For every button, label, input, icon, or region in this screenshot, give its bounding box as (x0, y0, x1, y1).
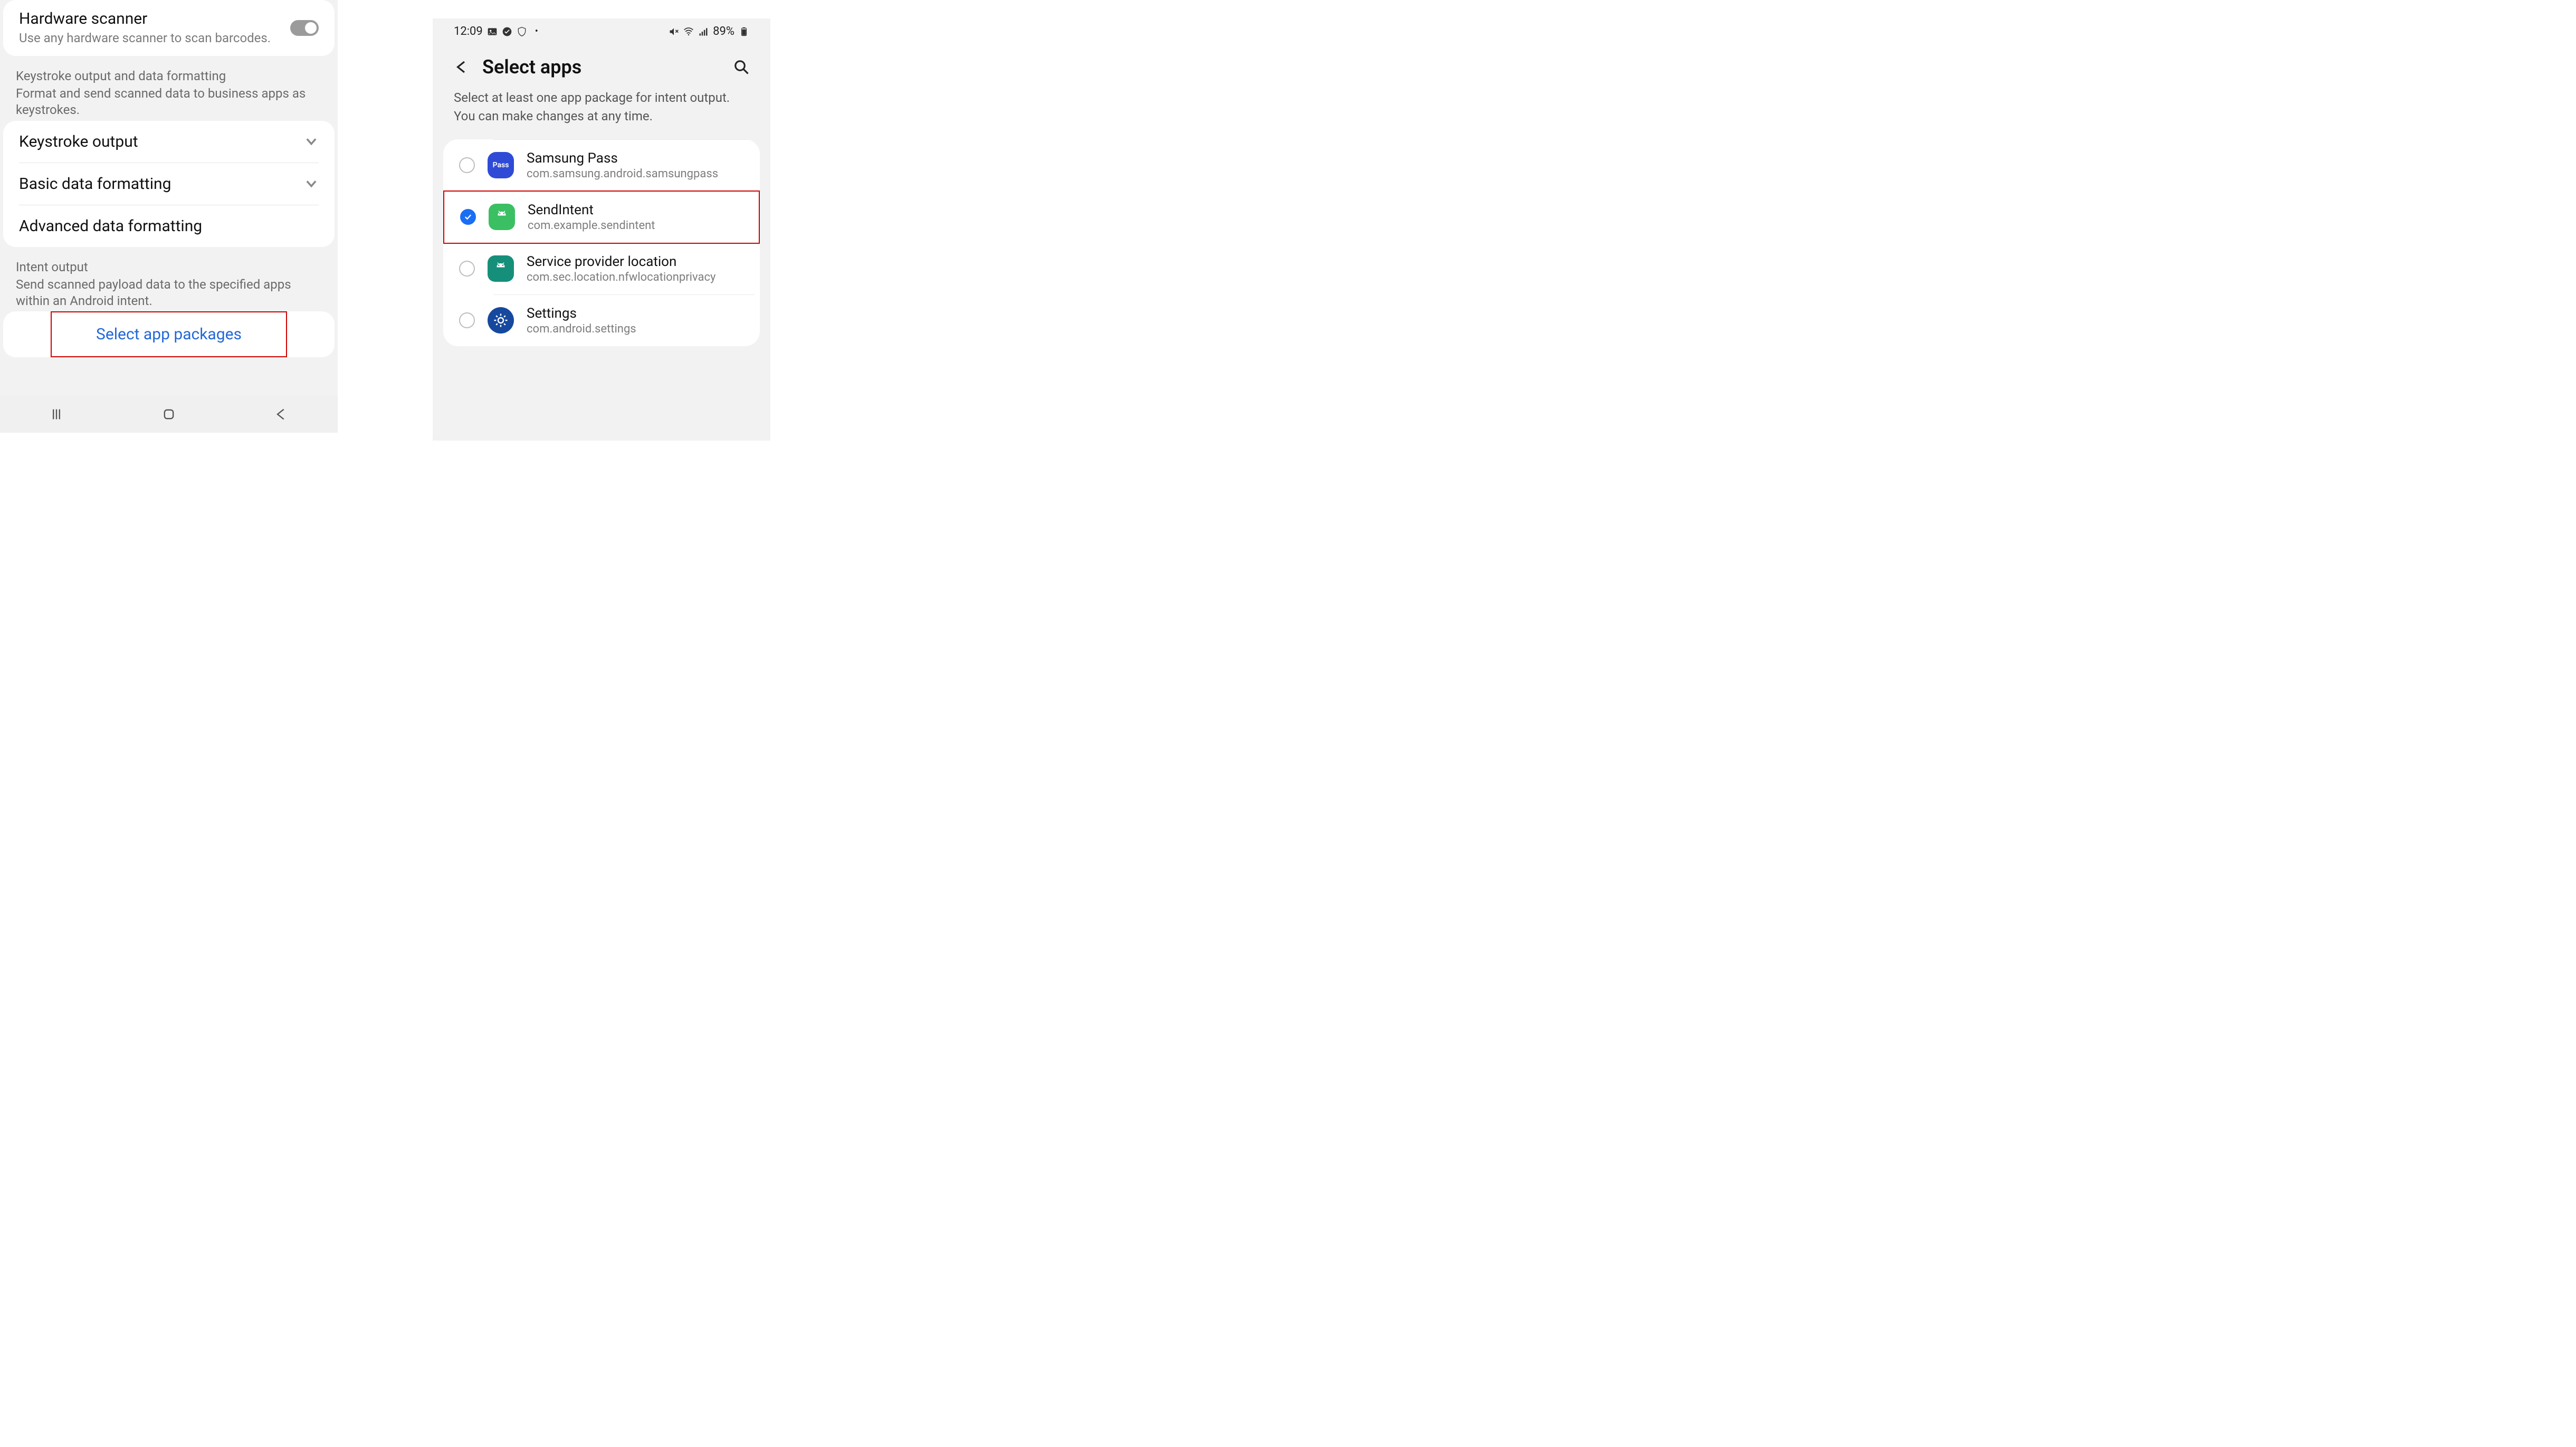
status-bar: 12:09 • 89% (433, 18, 770, 40)
header-bar: Select apps (433, 40, 770, 83)
app-info: SendIntentcom.example.sendintent (528, 202, 655, 232)
app-name: SendIntent (528, 202, 655, 218)
wifi-icon (683, 26, 694, 37)
app-info: Service provider locationcom.sec.locatio… (527, 254, 715, 284)
app-row[interactable]: Settingscom.android.settings (443, 295, 760, 346)
app-radio[interactable] (459, 157, 475, 173)
apps-list: Pass Samsung Passcom.samsung.android.sams… (443, 139, 760, 346)
intent-section-header: Intent output Send scanned payload data … (0, 252, 338, 311)
instructions-text: Select at least one app package for inte… (433, 83, 770, 139)
signal-icon (698, 26, 709, 37)
basic-formatting-row[interactable]: Basic data formatting (3, 163, 335, 205)
status-time: 12:09 (454, 25, 483, 38)
app-name: Settings (527, 306, 636, 321)
select-app-card: Select app packages (3, 311, 335, 357)
app-icon: Pass (488, 152, 514, 178)
app-name: Service provider location (527, 254, 715, 270)
select-apps-screen: 12:09 • 89% (433, 18, 770, 441)
app-name: Samsung Pass (527, 150, 718, 166)
keystroke-output-label: Keystroke output (19, 132, 138, 151)
keystroke-section-title: Keystroke output and data formatting (16, 69, 322, 83)
highlight-annotation: Select app packages (51, 311, 287, 357)
advanced-formatting-row[interactable]: Advanced data formatting (3, 205, 335, 247)
chevron-down-icon (304, 176, 319, 191)
app-icon (489, 204, 515, 230)
app-radio[interactable] (459, 312, 475, 328)
chevron-down-icon (304, 134, 319, 149)
back-button[interactable] (274, 407, 289, 422)
app-icon (488, 255, 514, 282)
dot-icon: • (531, 26, 542, 37)
recents-button[interactable] (49, 407, 64, 422)
intent-section-desc: Send scanned payload data to the specifi… (16, 277, 322, 309)
hardware-scanner-row[interactable]: Hardware scanner Use any hardware scanne… (3, 0, 335, 56)
advanced-formatting-label: Advanced data formatting (19, 217, 202, 235)
hardware-scanner-title: Hardware scanner (19, 9, 319, 28)
android-navbar (0, 396, 338, 433)
search-icon[interactable] (733, 59, 749, 75)
hardware-scanner-desc: Use any hardware scanner to scan barcode… (19, 30, 319, 46)
app-package: com.samsung.android.samsungpass (527, 167, 718, 180)
hardware-scanner-card: Hardware scanner Use any hardware scanne… (3, 0, 335, 56)
app-package: com.example.sendintent (528, 219, 655, 232)
keystroke-section-desc: Format and send scanned data to business… (16, 85, 322, 118)
check-circle-icon (502, 26, 512, 37)
settings-screen-left: Hardware scanner Use any hardware scanne… (0, 0, 338, 433)
app-row[interactable]: Service provider locationcom.sec.locatio… (443, 243, 760, 294)
keystroke-section-header: Keystroke output and data formatting For… (0, 61, 338, 120)
spacer (338, 0, 433, 456)
keystroke-output-row[interactable]: Keystroke output (3, 121, 335, 163)
app-info: Settingscom.android.settings (527, 306, 636, 336)
formatting-card: Keystroke output Basic data formatting A… (3, 121, 335, 247)
app-row[interactable]: SendIntentcom.example.sendintent (443, 191, 760, 244)
app-radio[interactable] (460, 209, 476, 225)
intent-section-title: Intent output (16, 260, 322, 274)
app-radio[interactable] (459, 261, 475, 277)
mute-icon (669, 26, 679, 37)
app-info: Samsung Passcom.samsung.android.samsungp… (527, 150, 718, 180)
select-app-packages-button[interactable]: Select app packages (52, 312, 286, 356)
app-package: com.android.settings (527, 322, 636, 336)
battery-icon (739, 26, 749, 37)
battery-percent: 89% (713, 25, 734, 38)
shield-icon (517, 26, 527, 37)
page-title: Select apps (482, 56, 581, 78)
basic-formatting-label: Basic data formatting (19, 175, 171, 193)
hardware-scanner-toggle[interactable] (290, 20, 319, 36)
back-icon[interactable] (454, 59, 470, 75)
app-row[interactable]: Pass Samsung Passcom.samsung.android.sams… (443, 140, 760, 191)
app-package: com.sec.location.nfwlocationprivacy (527, 271, 715, 284)
gallery-icon (487, 26, 498, 37)
app-icon (488, 307, 514, 334)
home-button[interactable] (161, 407, 176, 422)
